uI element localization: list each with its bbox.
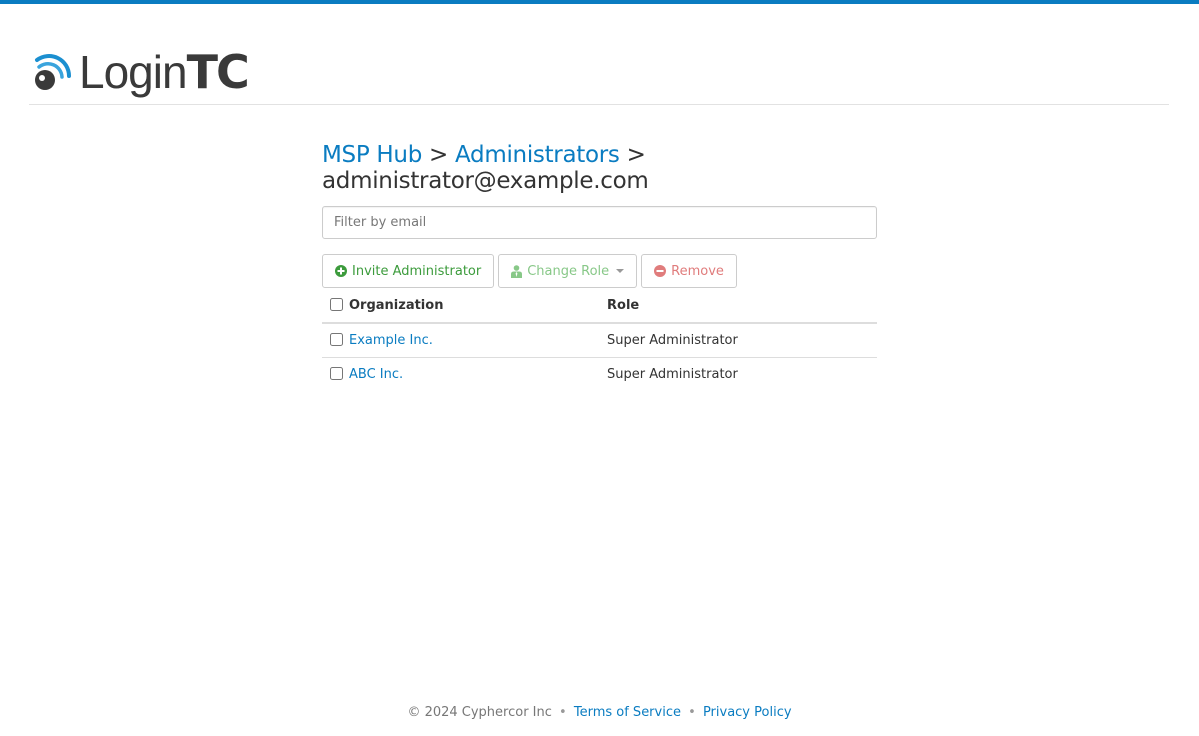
invite-administrator-button[interactable]: Invite Administrator xyxy=(322,254,495,288)
logo-signal-icon xyxy=(35,54,71,90)
toolbar: Invite Administrator Change Role Remove xyxy=(322,254,877,288)
breadcrumb-msp-hub[interactable]: MSP Hub xyxy=(322,142,422,168)
terms-of-service-link[interactable]: Terms of Service xyxy=(574,705,681,720)
breadcrumb-administrators[interactable]: Administrators xyxy=(455,142,620,168)
filter-email-input[interactable] xyxy=(322,206,877,239)
footer-bullet: • xyxy=(688,705,696,720)
breadcrumb-separator: > xyxy=(429,142,448,168)
column-header-organization: Organization xyxy=(322,291,599,324)
select-all-checkbox[interactable] xyxy=(330,298,343,311)
change-role-label: Change Role xyxy=(527,263,610,279)
remove-button[interactable]: Remove xyxy=(641,254,737,288)
column-header-organization-label: Organization xyxy=(349,298,444,313)
organization-cell: ABC Inc. xyxy=(322,357,599,391)
page-footer: © 2024 Cyphercor Inc • Terms of Service … xyxy=(0,705,1199,720)
role-cell: Super Administrator xyxy=(599,357,877,391)
remove-label: Remove xyxy=(671,263,724,279)
logo-text: LoginTC xyxy=(79,45,250,99)
breadcrumb-current: administrator@example.com xyxy=(322,168,649,194)
role-cell: Super Administrator xyxy=(607,333,738,348)
copyright-text: © 2024 Cyphercor Inc xyxy=(407,705,552,720)
breadcrumb: MSP Hub > Administrators > administrator… xyxy=(322,142,877,194)
row-checkbox[interactable] xyxy=(330,333,343,346)
change-role-button[interactable]: Change Role xyxy=(498,254,638,288)
user-tie-icon xyxy=(511,264,523,278)
table-header-row: Organization Role xyxy=(322,291,877,324)
chevron-down-icon xyxy=(616,269,625,273)
logintc-logo[interactable]: LoginTC xyxy=(29,42,250,102)
footer-bullet: • xyxy=(559,705,567,720)
plus-circle-icon xyxy=(335,265,347,277)
column-header-role: Role xyxy=(599,291,877,324)
privacy-policy-link[interactable]: Privacy Policy xyxy=(703,705,792,720)
table-row: ABC Inc. Super Administrator xyxy=(322,357,877,391)
organization-cell: Example Inc. xyxy=(322,323,599,358)
table-row: Example Inc. Super Administrator xyxy=(322,323,877,358)
main-content: MSP Hub > Administrators > administrator… xyxy=(322,142,877,391)
page-header: LoginTC xyxy=(29,4,1169,105)
minus-circle-icon xyxy=(654,265,667,277)
organization-link[interactable]: ABC Inc. xyxy=(349,367,403,382)
breadcrumb-separator: > xyxy=(626,142,646,168)
row-checkbox[interactable] xyxy=(330,367,343,380)
invite-administrator-label: Invite Administrator xyxy=(352,263,482,279)
organizations-table: Organization Role Example Inc. Super Adm… xyxy=(322,291,877,391)
organization-link[interactable]: Example Inc. xyxy=(349,333,433,348)
